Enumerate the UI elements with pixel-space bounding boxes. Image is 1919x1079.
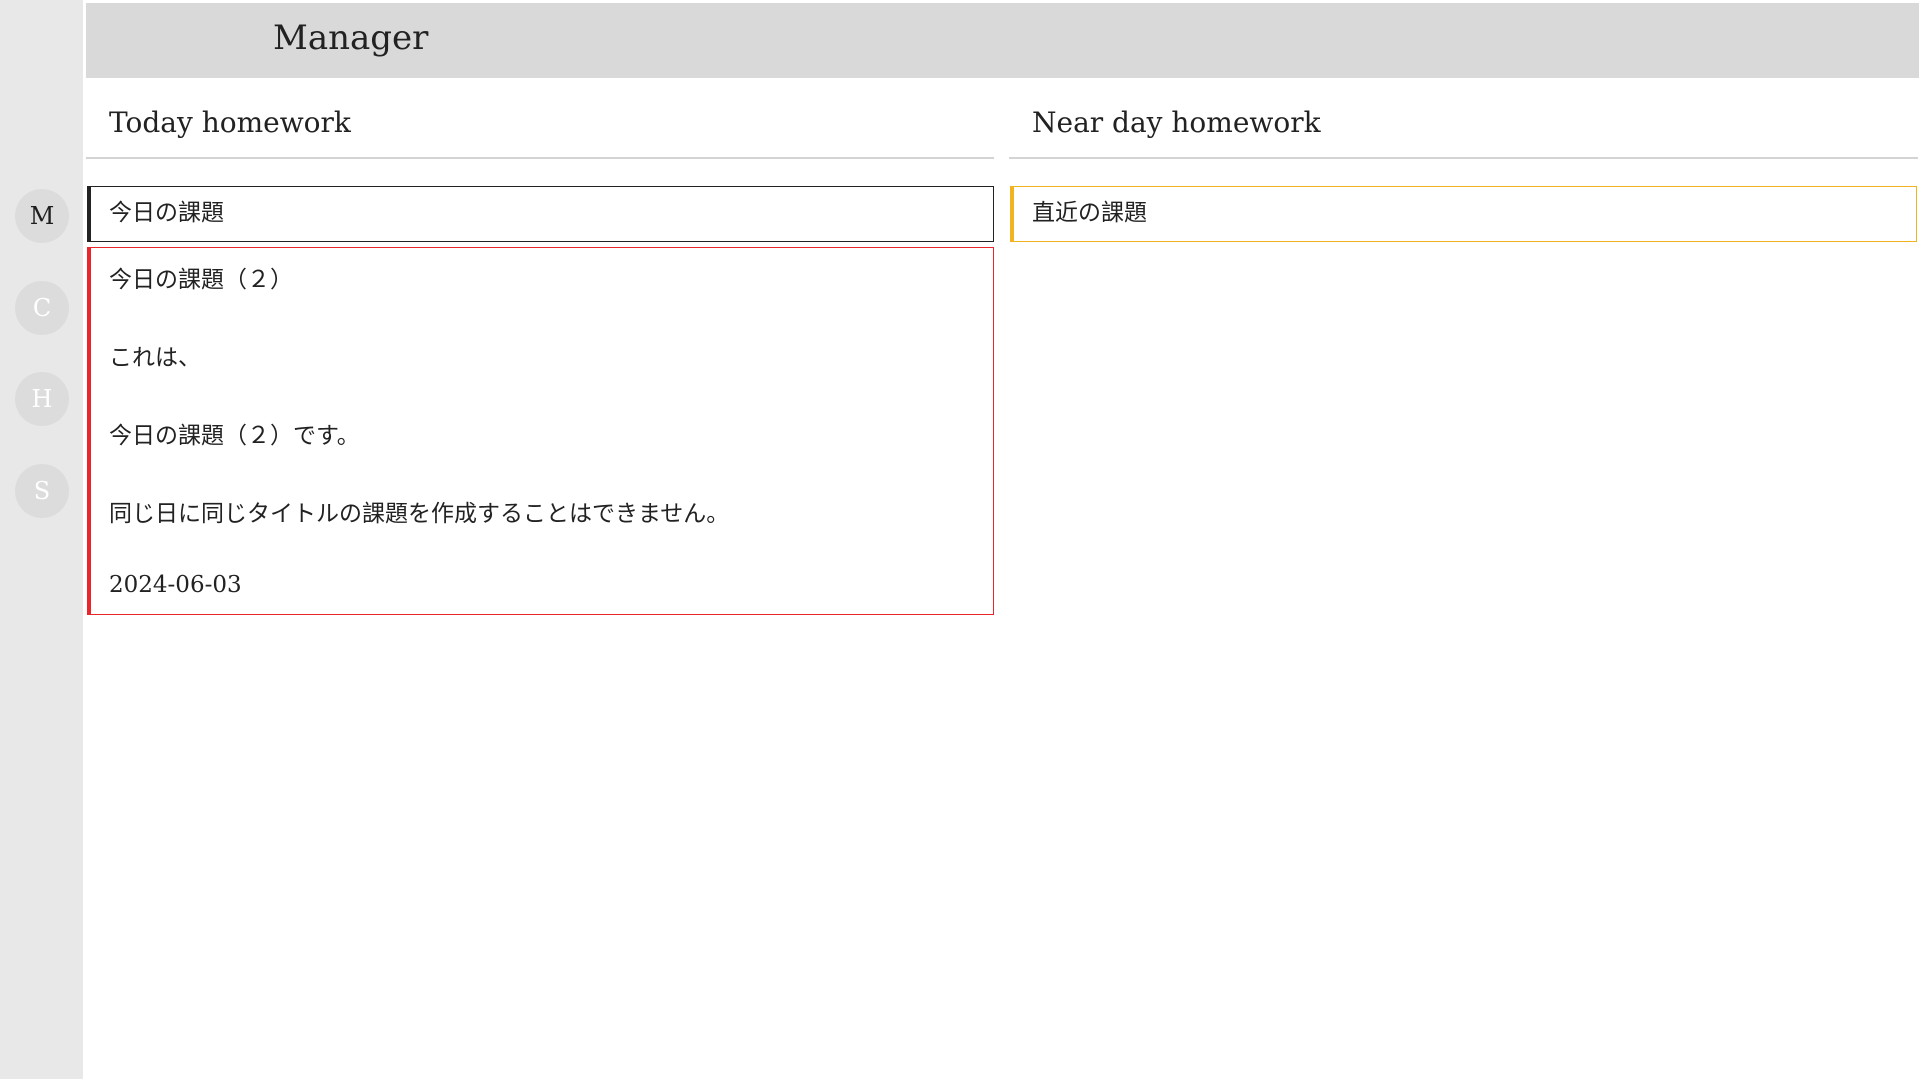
- nav-button-s[interactable]: S: [15, 464, 69, 518]
- near-day-divider: [1009, 157, 1918, 159]
- homework-card-body-line: 今日の課題（２）です。: [109, 423, 360, 449]
- homework-card-title: 直近の課題: [1032, 200, 1147, 226]
- app-header: Manager: [86, 3, 1919, 78]
- near-day-homework-heading: Near day homework: [1032, 106, 1321, 139]
- nav-button-c[interactable]: C: [15, 281, 69, 335]
- homework-card-title: 今日の課題（２）: [109, 267, 293, 293]
- today-homework-heading: Today homework: [109, 106, 351, 139]
- homework-card-date: 2024-06-03: [109, 572, 242, 598]
- app-title: Manager: [273, 18, 429, 58]
- homework-card-body-line: 同じ日に同じタイトルの課題を作成することはできません。: [109, 501, 730, 527]
- homework-card[interactable]: 今日の課題: [87, 186, 994, 242]
- homework-card-body-line: これは、: [109, 345, 201, 371]
- homework-card-expanded[interactable]: 今日の課題（２） これは、 今日の課題（２）です。 同じ日に同じタイトルの課題を…: [87, 247, 994, 615]
- nav-button-m[interactable]: M: [15, 189, 69, 243]
- nav-button-h[interactable]: H: [15, 372, 69, 426]
- homework-card-title: 今日の課題: [109, 200, 224, 226]
- side-rail: M C H S: [0, 0, 83, 1079]
- homework-card[interactable]: 直近の課題: [1010, 186, 1917, 242]
- today-divider: [86, 157, 994, 159]
